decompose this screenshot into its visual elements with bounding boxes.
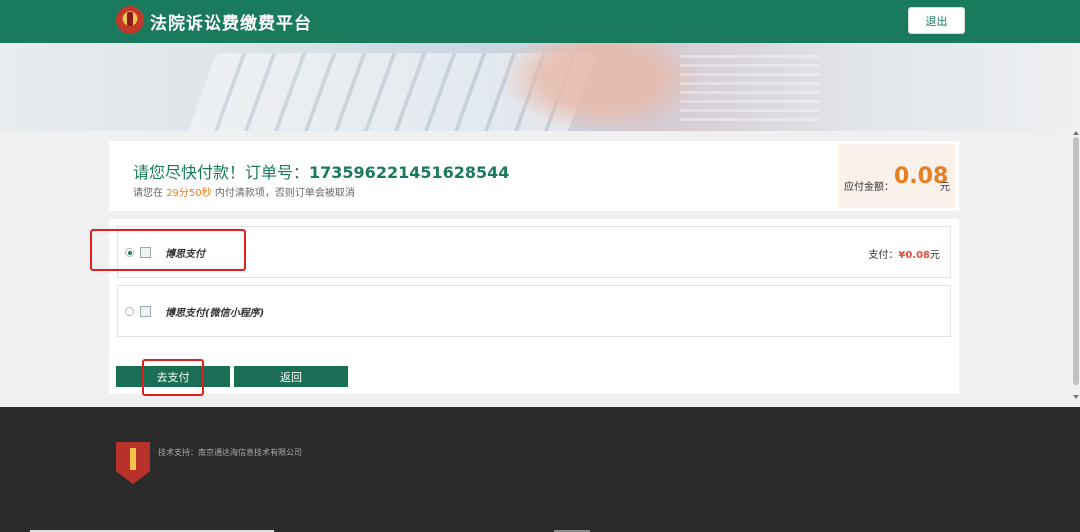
page-footer: 技术支持：南京通达海信息技术有限公司 [0, 407, 1080, 532]
amount-due-label: 应付金额： [844, 182, 894, 193]
countdown-time: 29分50秒 [166, 188, 212, 199]
payment-amount-value: ¥0.08 [898, 250, 930, 261]
scroll-thumb[interactable] [1073, 137, 1079, 385]
scroll-up-icon[interactable] [1073, 131, 1079, 135]
payment-amount: 支付：¥0.08元 [868, 246, 940, 261]
top-header: 法院诉讼费缴费平台 退出 [0, 0, 1080, 43]
logout-button[interactable]: 退出 [908, 7, 965, 34]
back-button[interactable]: 返回 [234, 366, 348, 387]
order-panel: 请您尽快付款！订单号：173596221451628544 请您在 29分50秒… [109, 141, 959, 211]
hint-suffix: 内付清款项，否则订单会被取消 [214, 188, 355, 199]
amount-due-unit: 元 [940, 182, 950, 193]
tech-support-text: 技术支持：南京通达海信息技术有限公司 [158, 448, 302, 457]
broken-image-icon [140, 247, 151, 258]
court-emblem-icon [116, 6, 144, 34]
data-glow-graphic [680, 51, 820, 121]
site-title: 法院诉讼费缴费平台 [150, 14, 312, 34]
hint-prefix: 请您在 [133, 188, 163, 199]
amount-due-box: 应付金额： 0.08 元 [838, 144, 955, 208]
payment-amount-unit: 元 [930, 250, 940, 261]
radio-button[interactable] [125, 307, 134, 316]
payment-panel: 博思支付 支付：¥0.08元 博思支付(微信小程序) 去支付 返回 [109, 219, 959, 394]
order-title-prefix: 请您尽快付款！订单号： [133, 163, 310, 182]
scroll-down-icon[interactable] [1073, 395, 1079, 399]
payment-option-bosi[interactable]: 博思支付 支付：¥0.08元 [117, 226, 951, 278]
broken-image-icon [140, 306, 151, 317]
payment-amount-prefix: 支付： [868, 250, 899, 261]
payment-option-label: 博思支付 [165, 249, 205, 260]
order-countdown-hint: 请您在 29分50秒 内付清款项，否则订单会被取消 [133, 184, 355, 199]
payment-option-label: 博思支付(微信小程序) [165, 308, 265, 319]
radio-button-checked[interactable] [125, 248, 134, 257]
order-title: 请您尽快付款！订单号：173596221451628544 [133, 159, 509, 183]
order-number: 173596221451628544 [309, 163, 510, 182]
hand-graphic [500, 43, 700, 131]
hero-banner [0, 43, 1080, 131]
court-shield-icon [116, 442, 150, 484]
payment-option-bosi-wechat[interactable]: 博思支付(微信小程序) [117, 285, 951, 337]
go-pay-button[interactable]: 去支付 [116, 366, 230, 387]
page-scrollbar[interactable] [1072, 131, 1080, 401]
